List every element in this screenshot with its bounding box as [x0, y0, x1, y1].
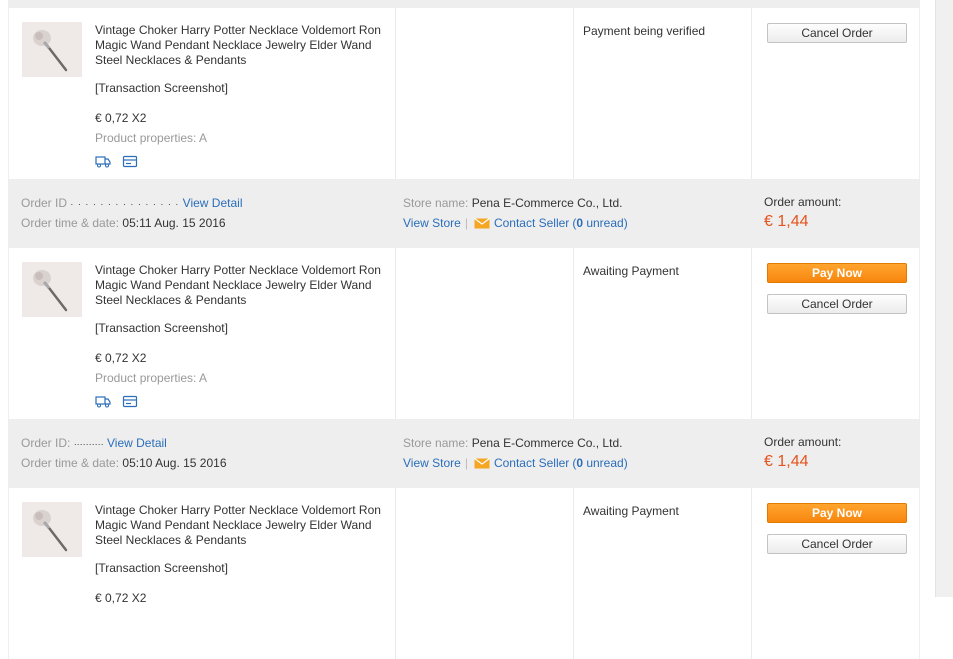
product-properties: Product properties: A [95, 371, 208, 385]
order-id-label: Order ID: [21, 436, 71, 450]
cancel-order-button[interactable]: Cancel Order [767, 294, 907, 314]
order-amount-value: € 1,44 [764, 453, 809, 470]
contact-seller-link[interactable]: Contact Seller [494, 216, 569, 230]
unread-count: 0 [576, 456, 583, 470]
vertical-scrollbar[interactable] [935, 0, 953, 597]
order-time-value: 05:10 Aug. 15 2016 [122, 456, 227, 470]
view-detail-link[interactable]: View Detail [107, 436, 167, 450]
order-status: Payment being verified [583, 24, 706, 38]
order-id-value: ·········· [73, 439, 104, 449]
cancel-order-button[interactable]: Cancel Order [767, 534, 907, 554]
order-id-line: Order ID: ·········· View Detail [21, 436, 167, 450]
order-product-row: Vintage Choker Harry Potter Necklace Vol… [8, 248, 920, 419]
order-time-line: Order time & date: 05:11 Aug. 15 2016 [21, 216, 226, 230]
product-thumbnail[interactable] [22, 502, 82, 557]
order-time-label: Order time & date: [21, 456, 120, 470]
store-name-value: Pena E-Commerce Co., Ltd. [471, 196, 623, 210]
product-thumbnail[interactable] [22, 22, 82, 77]
separator: | [464, 216, 468, 230]
order-product-row: Vintage Choker Harry Potter Necklace Vol… [8, 8, 920, 179]
product-action-icons [95, 395, 146, 409]
product-name-link[interactable]: Vintage Choker Harry Potter Necklace Vol… [95, 23, 385, 68]
unread-count: 0 [576, 216, 583, 230]
order-status: Awaiting Payment [583, 504, 679, 518]
store-links-line: View Store | Contact Seller (0 unread) [403, 216, 628, 232]
product-name-link[interactable]: Vintage Choker Harry Potter Necklace Vol… [95, 503, 385, 548]
card-icon[interactable] [122, 395, 138, 408]
column-divider [751, 8, 752, 179]
mail-icon [474, 218, 490, 232]
order-header: Order ID · · · · · · · · · · · · · · · V… [8, 179, 920, 248]
column-divider [395, 248, 396, 419]
column-divider [395, 488, 396, 659]
column-divider [573, 8, 574, 179]
product-price: € 0,72 X2 [95, 351, 147, 365]
order-amount-label: Order amount: [764, 435, 842, 449]
order-id-value: · · · · · · · · · · · · · · · [70, 199, 180, 209]
pay-now-button[interactable]: Pay Now [767, 263, 907, 283]
view-store-link[interactable]: View Store [403, 456, 461, 470]
product-action-icons [95, 155, 146, 169]
product-price: € 0,72 X2 [95, 111, 147, 125]
order-product-row: Vintage Choker Harry Potter Necklace Vol… [8, 488, 920, 659]
store-links-line: View Store | Contact Seller (0 unread) [403, 456, 628, 472]
truck-icon[interactable] [95, 395, 111, 408]
order-header: Order ID: ·········· View Detail Order t… [8, 419, 920, 488]
product-properties: Product properties: A [95, 131, 208, 145]
cancel-order-button[interactable]: Cancel Order [767, 23, 907, 43]
transaction-screenshot-link[interactable]: [Transaction Screenshot] [95, 81, 228, 95]
store-name-value: Pena E-Commerce Co., Ltd. [471, 436, 623, 450]
column-divider [751, 488, 752, 659]
order-status: Awaiting Payment [583, 264, 679, 278]
order-time-value: 05:11 Aug. 15 2016 [122, 216, 226, 230]
order-amount-label: Order amount: [764, 195, 842, 209]
store-name-label: Store name: [403, 436, 469, 450]
store-name-label: Store name: [403, 196, 469, 210]
card-icon[interactable] [122, 155, 138, 168]
view-detail-link[interactable]: View Detail [183, 196, 243, 210]
transaction-screenshot-link[interactable]: [Transaction Screenshot] [95, 321, 228, 335]
view-store-link[interactable]: View Store [403, 216, 461, 230]
mail-icon [474, 458, 490, 472]
order-amount-value: € 1,44 [764, 213, 809, 230]
truck-icon[interactable] [95, 155, 111, 168]
column-divider [573, 248, 574, 419]
store-name-line: Store name: Pena E-Commerce Co., Ltd. [403, 436, 622, 450]
list-top-divider [8, 0, 920, 8]
transaction-screenshot-link[interactable]: [Transaction Screenshot] [95, 561, 228, 575]
store-name-line: Store name: Pena E-Commerce Co., Ltd. [403, 196, 622, 210]
order-id-label: Order ID [21, 196, 68, 210]
product-thumbnail[interactable] [22, 262, 82, 317]
product-name-link[interactable]: Vintage Choker Harry Potter Necklace Vol… [95, 263, 385, 308]
contact-seller-link[interactable]: Contact Seller [494, 456, 569, 470]
unread-close: unread) [583, 456, 628, 470]
order-id-line: Order ID · · · · · · · · · · · · · · · V… [21, 196, 242, 210]
separator: | [464, 456, 468, 470]
product-price: € 0,72 X2 [95, 591, 147, 605]
order-time-label: Order time & date: [21, 216, 120, 230]
order-time-line: Order time & date: 05:10 Aug. 15 2016 [21, 456, 227, 470]
column-divider [395, 8, 396, 179]
column-divider [751, 248, 752, 419]
column-divider [573, 488, 574, 659]
pay-now-button[interactable]: Pay Now [767, 503, 907, 523]
unread-close: unread) [583, 216, 628, 230]
